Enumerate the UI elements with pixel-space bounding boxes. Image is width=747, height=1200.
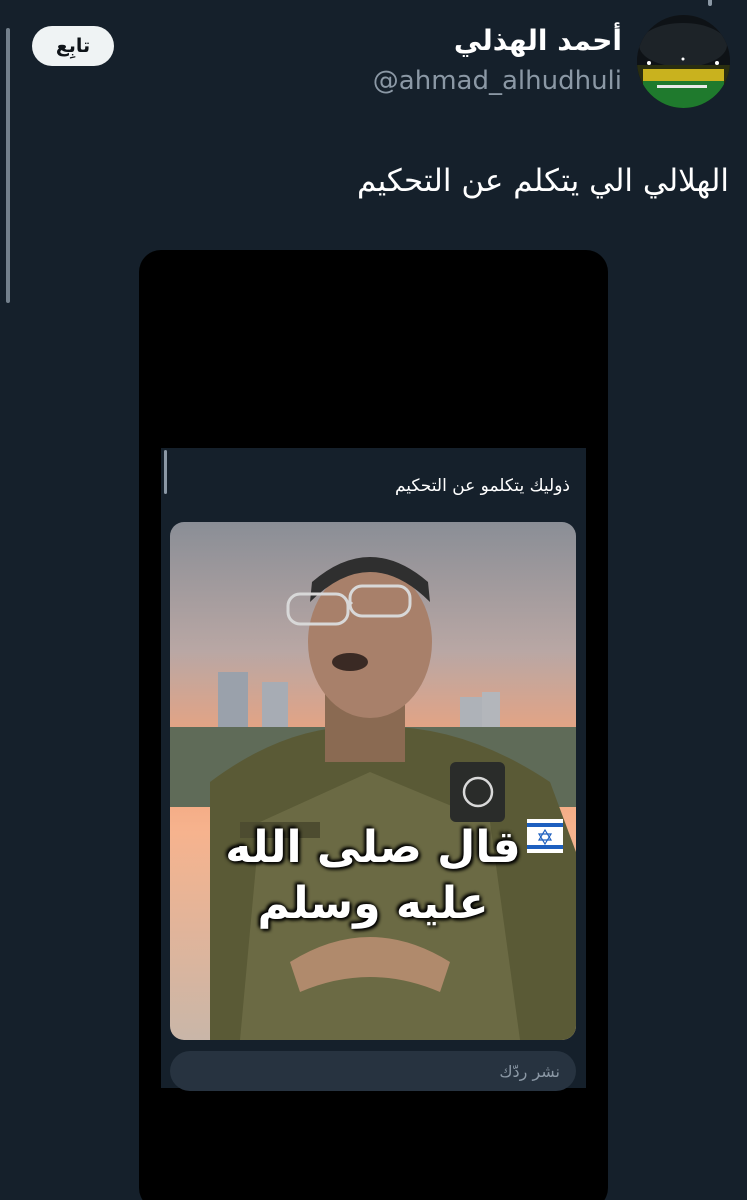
reply-input[interactable]: نشر ردّك bbox=[170, 1051, 576, 1091]
embedded-scrollbar bbox=[164, 450, 167, 494]
author-display-name[interactable]: أحمد الهذلي bbox=[454, 24, 622, 57]
tweet-page: تابِع أحمد الهذلي @ahmad_alhudhuli الهلا… bbox=[0, 0, 747, 1200]
top-edge-marker bbox=[708, 0, 712, 6]
scrollbar[interactable] bbox=[6, 28, 10, 303]
video-subtitle-line-1: قال صلى الله bbox=[225, 822, 521, 873]
tweet-text: الهلالي الي يتكلم عن التحكيم bbox=[356, 163, 729, 199]
video-frame-image bbox=[170, 522, 576, 1040]
embedded-video[interactable]: قال صلى الله عليه وسلم bbox=[170, 522, 576, 1040]
embedded-screenshot: ذوليك يتكلمو عن التحكيم قال صلى الله علي… bbox=[161, 448, 586, 1091]
avatar[interactable] bbox=[637, 15, 730, 108]
follow-button[interactable]: تابِع bbox=[32, 26, 114, 66]
tweet-media[interactable]: ذوليك يتكلمو عن التحكيم قال صلى الله علي… bbox=[139, 250, 608, 1200]
video-subtitle-line-2: عليه وسلم bbox=[257, 878, 489, 929]
author-handle[interactable]: @ahmad_alhudhuli bbox=[373, 66, 622, 96]
embedded-caption: ذوليك يتكلمو عن التحكيم bbox=[394, 476, 570, 496]
stadium-avatar-image bbox=[637, 15, 730, 108]
